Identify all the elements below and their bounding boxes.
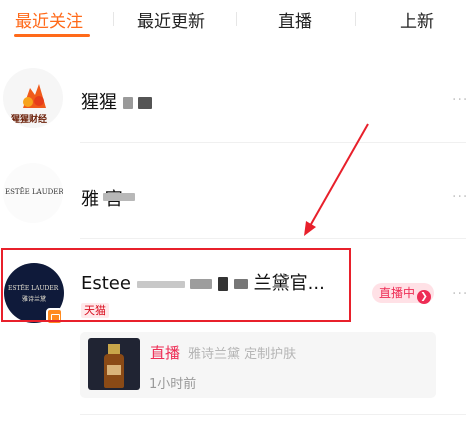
more-options-icon[interactable]: ··· (452, 286, 466, 302)
live-thumbnail (88, 338, 140, 390)
live-status-badge[interactable]: 直播中 ❯ (372, 283, 435, 304)
live-stream-card[interactable]: 直播 雅诗兰黛 定制护肤 (80, 332, 436, 398)
live-title: 雅诗兰黛 定制护肤 (188, 347, 297, 362)
live-time: 1小时前 (149, 377, 197, 392)
row-divider (80, 414, 466, 415)
arrow-right-icon: ❯ (417, 290, 432, 304)
live-tag: 直播 (150, 344, 181, 362)
